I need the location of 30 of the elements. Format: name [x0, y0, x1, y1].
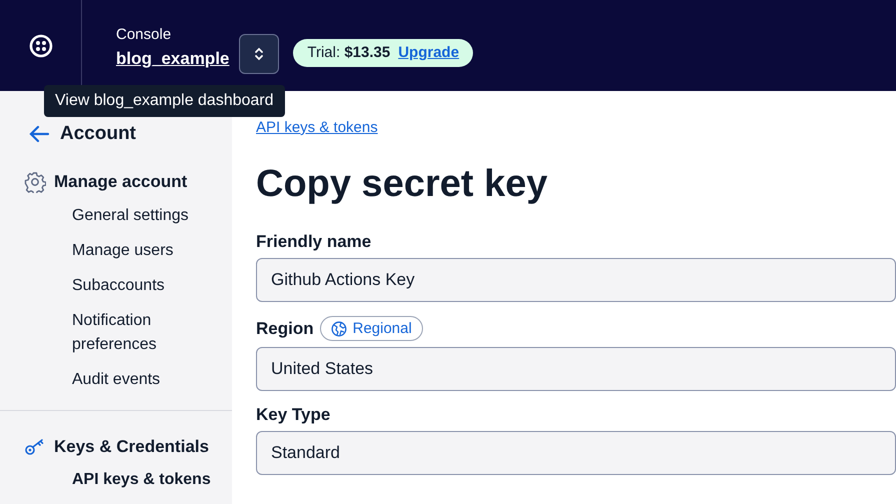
- logo-icon[interactable]: [28, 34, 52, 58]
- key-icon: [24, 438, 46, 456]
- account-switcher-button[interactable]: [239, 34, 280, 74]
- gear-icon: [24, 171, 46, 193]
- section-title: Manage account: [54, 172, 188, 192]
- trial-label: Trial: $13.35: [307, 44, 390, 61]
- tooltip: View blog_example dashboard: [44, 85, 285, 117]
- field-label: Friendly name: [256, 232, 372, 252]
- page-title: Copy secret key: [256, 163, 548, 206]
- sidebar-item[interactable]: Audit events: [72, 368, 212, 392]
- chevron-updown-icon: [254, 46, 264, 62]
- section-title: Keys & Credentials: [54, 437, 209, 457]
- field-label: Region: [256, 318, 314, 338]
- input-field[interactable]: United States: [256, 347, 896, 391]
- sidebar-item[interactable]: Manage users: [72, 239, 212, 263]
- sidebar-item[interactable]: General settings: [72, 204, 212, 228]
- sidebar-item[interactable]: Notification preferences: [72, 309, 212, 357]
- console-label: Console: [116, 26, 172, 43]
- account-link[interactable]: blog_example: [116, 49, 230, 69]
- badge-label: Regional: [352, 320, 412, 337]
- sidebar-title: Account: [60, 123, 136, 145]
- breadcrumb-link[interactable]: API keys & tokens: [256, 119, 378, 136]
- back-arrow-icon[interactable]: [28, 125, 50, 143]
- input-field[interactable]: Github Actions Key: [256, 258, 896, 302]
- field-label: Key Type: [256, 405, 330, 425]
- globe-icon: [330, 320, 347, 336]
- sidebar-item[interactable]: Subaccounts: [72, 274, 212, 298]
- input-field[interactable]: Standard: [256, 431, 896, 475]
- upgrade-link[interactable]: Upgrade: [398, 44, 460, 61]
- sidebar-item[interactable]: API keys & tokens: [72, 468, 212, 492]
